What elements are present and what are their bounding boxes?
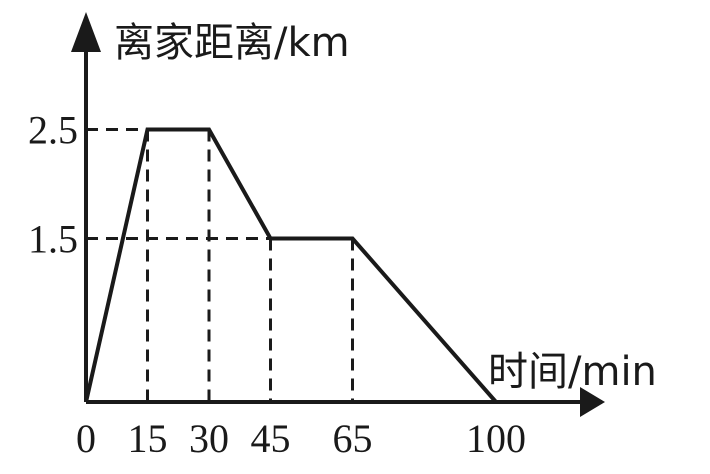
y-tick-label: 1.5 xyxy=(28,217,78,262)
x-tick-label: 30 xyxy=(189,416,229,461)
x-tick-label: 65 xyxy=(333,416,373,461)
y-tick-label: 2.5 xyxy=(28,108,78,153)
x-tick-label: 15 xyxy=(128,416,168,461)
y-axis-label: 离家距离/km xyxy=(114,20,350,66)
x-tick-label: 100 xyxy=(466,416,526,461)
x-tick-label: 0 xyxy=(76,416,96,461)
distance-time-chart: 离家距离/km 时间/min 0 15 30 45 65 100 2.5 1.5 xyxy=(28,12,657,461)
x-tick-label: 45 xyxy=(251,416,291,461)
y-axis-arrow xyxy=(71,12,101,52)
x-axis-label: 时间/min xyxy=(488,349,657,395)
